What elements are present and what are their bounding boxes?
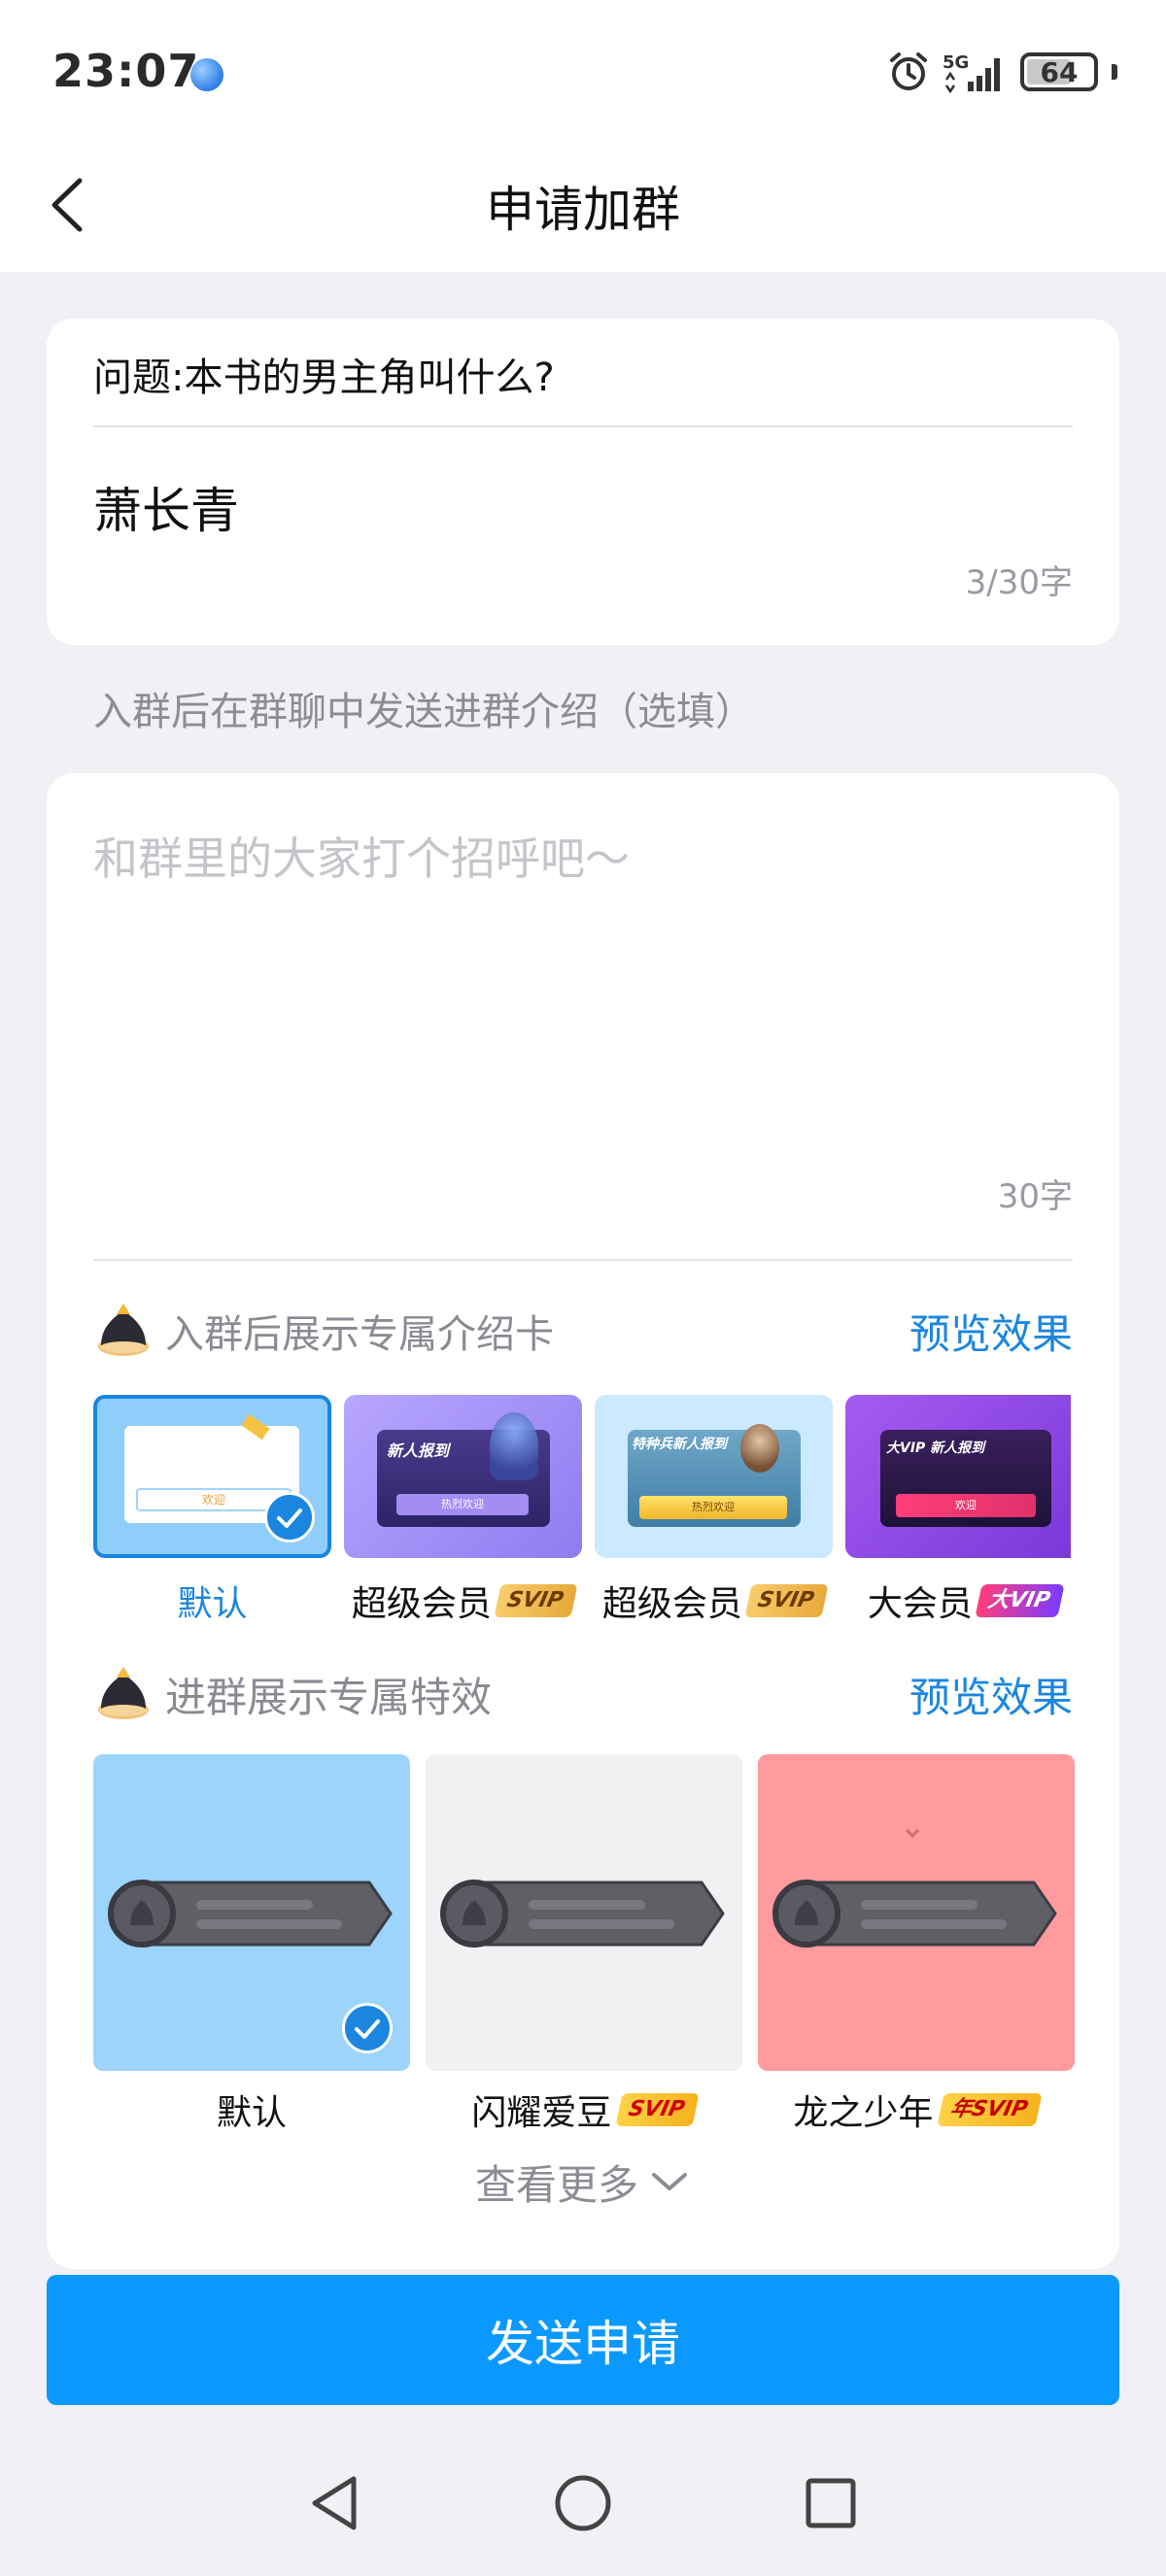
effect-option-default[interactable]: 默认 [93, 1754, 410, 2135]
signal-5g-icon: 5G [943, 51, 1007, 94]
view-more-label: 查看更多 [474, 2161, 638, 2209]
section-title: 进群展示专属特效 [165, 1673, 493, 1721]
option-name: 超级会员 [601, 1584, 742, 1618]
intro-char-count: 30字 [997, 1177, 1073, 1216]
effect-option-label: 闪耀爱豆 SVIP [426, 2085, 742, 2135]
card-character-art [490, 1412, 538, 1480]
intro-card-option-default[interactable]: 欢迎 默认 [93, 1395, 331, 1618]
system-nav-bar [0, 2421, 1166, 2576]
effect-banner-graphic [108, 1880, 393, 1948]
effect-option-shining-idol[interactable]: 闪耀爱豆 SVIP [426, 1754, 742, 2135]
card-thumbnail: 欢迎 [93, 1395, 331, 1558]
card-hot-welcome: 热烈欢迎 [639, 1496, 787, 1519]
option-name: 龙之少年 [793, 2093, 934, 2133]
chevron-down-icon [648, 2158, 691, 2206]
svip-badge: SVIP [744, 1584, 829, 1617]
intro-card-option-big-vip[interactable]: 大VIP 新人报到 欢迎 大会员 大VIP [845, 1395, 1071, 1618]
sparkle-mark [905, 1823, 920, 1839]
nav-bar: 申请加群 [0, 146, 1166, 272]
question-card: 问题:本书的男主角叫什么? 萧长青 3/30字 [47, 319, 1119, 645]
card-new-report: 新人报到 [387, 1441, 450, 1460]
crown-icon [93, 1664, 154, 1724]
status-bar: 23:07 5G 64 [0, 0, 1166, 146]
intro-label: 入群后在群聊中发送进群介绍（选填） [93, 690, 754, 734]
selected-check-icon [264, 1492, 315, 1542]
vip-badge: 大VIP [975, 1584, 1065, 1617]
card-option-label: 超级会员 SVIP [595, 1576, 833, 1618]
svip-badge: SVIP [494, 1584, 578, 1617]
card-character-art [740, 1424, 779, 1473]
divider [93, 425, 1073, 427]
answer-input[interactable]: 萧长青 [93, 472, 239, 542]
card-special-report: 特种兵新人报到 [632, 1437, 727, 1452]
option-name: 默认 [216, 2093, 287, 2133]
effect-option-label: 龙之少年 年SVIP [758, 2085, 1075, 2135]
card-thumbnail: 特种兵新人报到 热烈欢迎 [595, 1395, 833, 1558]
effect-option-label: 默认 [93, 2085, 410, 2135]
divider [93, 1259, 1073, 1261]
battery-tip [1112, 64, 1117, 80]
effect-option-dragon-youth[interactable]: 龙之少年 年SVIP [758, 1754, 1075, 2135]
question-text: 问题:本书的男主角叫什么? [93, 356, 555, 400]
card-option-label: 大会员 大VIP [845, 1576, 1071, 1618]
intro-card-section-header: 入群后展示专属介绍卡 预览效果 [93, 1292, 1073, 1370]
card-option-label: 默认 [93, 1576, 331, 1618]
option-name: 大会员 [867, 1584, 973, 1618]
status-indicators: 5G 64 [888, 51, 1117, 94]
section-title: 入群后展示专属介绍卡 [165, 1312, 554, 1357]
intro-card-option-svip-2[interactable]: 特种兵新人报到 热烈欢迎 超级会员 SVIP [595, 1395, 833, 1618]
send-request-button[interactable]: 发送申请 [47, 2275, 1119, 2405]
intro-card-option-svip-1[interactable]: 新人报到 热烈欢迎 超级会员 SVIP [344, 1395, 582, 1618]
nav-home-icon[interactable] [549, 2469, 617, 2537]
view-more-button[interactable]: 查看更多 [47, 2152, 1119, 2212]
effect-banner-graphic [440, 1880, 725, 1948]
network-label: 5G [943, 52, 969, 73]
crown-icon [93, 1301, 154, 1361]
intro-card: 和群里的大家打个招呼吧～ 30字 入群后展示专属介绍卡 预览效果 欢迎 默认 新… [47, 773, 1119, 2269]
status-time: 23:07 [52, 45, 200, 97]
annual-svip-badge: 年SVIP [937, 2093, 1044, 2126]
card-thumbnail: 大VIP 新人报到 欢迎 [845, 1395, 1071, 1558]
option-name: 超级会员 [351, 1584, 492, 1618]
browser-app-icon [190, 58, 223, 91]
effect-section-header: 进群展示专属特效 预览效果 [93, 1655, 1073, 1733]
card-vip-report: 大VIP 新人报到 [886, 1441, 985, 1456]
intro-input[interactable]: 和群里的大家打个招呼吧～ [93, 824, 630, 888]
effect-thumbnail [758, 1754, 1075, 2071]
effect-options: 默认 闪耀爱豆 SVIP 龙之少年 年SVIP [93, 1754, 1075, 2143]
battery-icon: 64 [1020, 52, 1098, 91]
preview-effect-link[interactable]: 预览效果 [909, 1302, 1073, 1361]
effect-thumbnail [426, 1754, 742, 2071]
app-root: 23:07 5G 64 申请加群 问题:本书的男主角叫什么? 萧长青 3/30字… [0, 0, 1166, 2576]
card-hot-welcome: 热烈欢迎 [396, 1494, 529, 1515]
battery-level: 64 [1040, 55, 1079, 88]
option-name: 闪耀爱豆 [471, 2093, 612, 2133]
nav-recents-icon[interactable] [797, 2469, 865, 2537]
selected-check-icon [342, 2003, 393, 2053]
card-thumbnail: 新人报到 热烈欢迎 [344, 1395, 582, 1558]
option-name: 默认 [177, 1584, 248, 1618]
svip-badge: SVIP [615, 2093, 701, 2126]
page-title: 申请加群 [486, 182, 680, 238]
effect-thumbnail [93, 1754, 410, 2071]
nav-back-icon[interactable] [301, 2469, 369, 2537]
alarm-icon [888, 51, 929, 92]
intro-card-options: 欢迎 默认 新人报到 热烈欢迎 超级会员 SVIP 特种兵新人报到 热烈欢迎 超… [93, 1395, 1071, 1618]
preview-effect-link[interactable]: 预览效果 [909, 1665, 1073, 1724]
card-option-label: 超级会员 SVIP [344, 1576, 582, 1618]
effect-banner-graphic [772, 1880, 1057, 1948]
card-welcome-pill: 欢迎 [896, 1494, 1036, 1517]
answer-char-count: 3/30字 [965, 563, 1073, 602]
